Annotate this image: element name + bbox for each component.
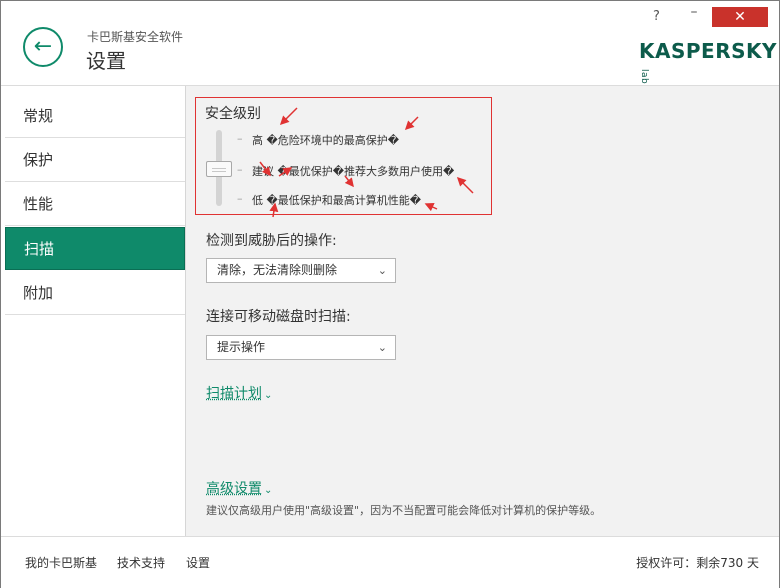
kaspersky-logo: KASPERSKY lab: [639, 39, 779, 87]
advanced-settings-link[interactable]: 高级设置 ⌄: [206, 478, 272, 498]
slider-thumb[interactable]: [206, 161, 232, 177]
sidebar-item-label: 性能: [23, 195, 54, 213]
chevron-down-icon: ⌄: [377, 264, 387, 277]
help-button[interactable]: ?: [653, 9, 660, 24]
chevron-down-icon: ⌄: [264, 485, 273, 496]
sidebar-item-additional[interactable]: 附加: [5, 272, 185, 315]
settings-window: ← 卡巴斯基安全软件 设置 ? – ✕ KASPERSKY lab 常规 保护 性…: [0, 0, 780, 588]
sidebar-item-performance[interactable]: 性能: [5, 183, 185, 226]
logo-lab: lab: [639, 68, 649, 85]
chevron-down-icon: ⌄: [377, 341, 387, 354]
sidebar-item-label: 常规: [23, 107, 54, 125]
level-high-label: 高 �危险环境中的最高保护�: [252, 134, 400, 147]
removable-scan-value: 提示操作: [217, 340, 266, 354]
security-level-title: 安全级别: [205, 106, 261, 122]
sidebar: 常规 保护 性能 扫描 附加: [1, 86, 186, 536]
arrow-left-icon: ←: [33, 34, 53, 59]
back-button[interactable]: ←: [23, 27, 63, 67]
scan-settings-panel: 安全级别 – 高 �危险环境中的最高保护� – 建议 �最优保护�推荐大多数用户…: [186, 86, 779, 536]
scan-schedule-link[interactable]: 扫描计划 ⌄: [206, 383, 272, 403]
level-recommended-label: 建议 �最优保护�推荐大多数用户使用�: [252, 165, 455, 178]
advanced-settings-hint: 建议仅高级用户使用"高级设置"，因为不当配置可能会降低对计算机的保护等级。: [206, 504, 602, 517]
threat-action-dropdown[interactable]: 清除，无法清除则删除 ⌄: [206, 258, 396, 283]
sidebar-item-protection[interactable]: 保护: [5, 139, 185, 182]
support-link[interactable]: 技术支持: [117, 554, 165, 571]
close-button[interactable]: ✕: [712, 7, 768, 27]
sidebar-item-label: 扫描: [24, 240, 55, 258]
removable-scan-label: 连接可移动磁盘时扫描:: [206, 309, 351, 325]
app-name: 卡巴斯基安全软件: [87, 30, 184, 44]
tick-recommended: –: [237, 163, 243, 176]
footer: 我的卡巴斯基 技术支持 设置 授权许可：剩余730 天: [1, 536, 779, 588]
my-kaspersky-link[interactable]: 我的卡巴斯基: [25, 554, 97, 571]
sidebar-item-general[interactable]: 常规: [5, 95, 185, 138]
settings-link[interactable]: 设置: [186, 554, 210, 571]
threat-action-label: 检测到威胁后的操作:: [206, 233, 337, 249]
tick-high: –: [237, 132, 243, 145]
page-title: 设置: [86, 49, 126, 73]
scan-schedule-label: 扫描计划: [206, 386, 262, 402]
sidebar-item-label: 附加: [23, 284, 54, 302]
minimize-button[interactable]: –: [684, 4, 704, 20]
sidebar-item-label: 保护: [23, 151, 54, 169]
level-low-label: 低 �最低保护和最高计算机性能�: [252, 194, 422, 207]
chevron-down-icon: ⌄: [264, 390, 273, 401]
sidebar-item-scan[interactable]: 扫描: [5, 227, 185, 270]
advanced-settings-label: 高级设置: [206, 481, 262, 497]
threat-action-value: 清除，无法清除则删除: [217, 263, 338, 277]
license-status: 授权许可：剩余730 天: [636, 556, 759, 570]
header: ← 卡巴斯基安全软件 设置 ? – ✕ KASPERSKY lab: [1, 1, 779, 86]
removable-scan-dropdown[interactable]: 提示操作 ⌄: [206, 335, 396, 360]
logo-text: KASPERSKY: [639, 39, 777, 63]
tick-low: –: [237, 192, 243, 205]
